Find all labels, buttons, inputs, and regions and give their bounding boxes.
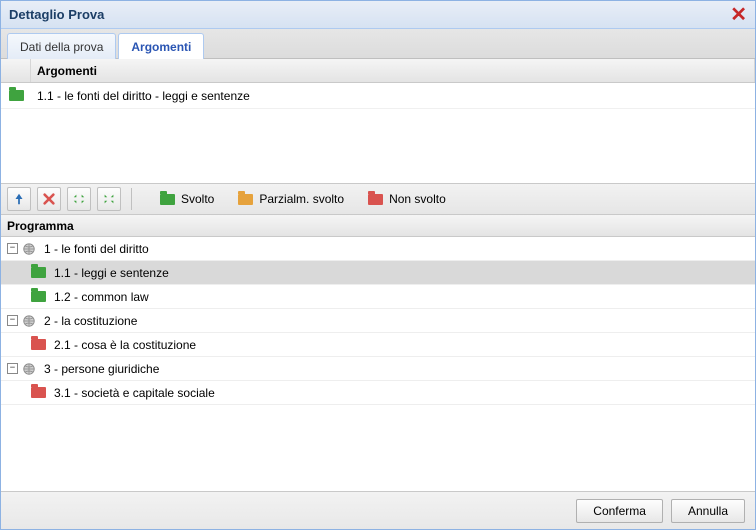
program-header: Programma: [1, 215, 755, 237]
expand-icon: [72, 192, 86, 206]
tab-dati-prova[interactable]: Dati della prova: [7, 33, 116, 59]
dialog-window: Dettaglio Prova ✕ Dati della prova Argom…: [0, 0, 756, 530]
tree-parent-row[interactable]: − 3 - persone giuridiche: [1, 357, 755, 381]
folder-green-icon: [31, 291, 46, 302]
tree-child-row[interactable]: 1.2 - common law: [1, 285, 755, 309]
arg-grid-header: Argomenti: [1, 59, 755, 83]
collapse-toggle[interactable]: −: [7, 363, 18, 374]
folder-red-icon: [368, 194, 383, 205]
tree-row-label: 2 - la costituzione: [44, 314, 137, 328]
close-icon[interactable]: ✕: [730, 5, 747, 25]
folder-green-icon: [160, 194, 175, 205]
tree-child-row[interactable]: 2.1 - cosa è la costituzione: [1, 333, 755, 357]
arrow-up-icon: [12, 192, 26, 206]
tree-child-row[interactable]: 1.1 - leggi e sentenze: [1, 261, 755, 285]
collapse-toggle[interactable]: −: [7, 243, 18, 254]
footer: Conferma Annulla: [1, 491, 755, 529]
titlebar: Dettaglio Prova ✕: [1, 1, 755, 29]
legend-parzialm: Parzialm. svolto: [238, 192, 344, 206]
cancel-button[interactable]: Annulla: [671, 499, 745, 523]
folder-green-icon: [9, 90, 24, 101]
legend-svolto: Svolto: [160, 192, 214, 206]
arg-grid-body: 1.1 - le fonti del diritto - leggi e sen…: [1, 83, 755, 183]
arg-row-label: 1.1 - le fonti del diritto - leggi e sen…: [31, 89, 755, 103]
folder-green-icon: [31, 267, 46, 278]
legend-svolto-label: Svolto: [181, 192, 214, 206]
collapse-toggle[interactable]: −: [7, 315, 18, 326]
tree-row-label: 3.1 - società e capitale sociale: [54, 386, 215, 400]
legend-non-svolto: Non svolto: [368, 192, 446, 206]
tree-row-label: 1 - le fonti del diritto: [44, 242, 149, 256]
legend-non-svolto-label: Non svolto: [389, 192, 446, 206]
tree-child-row[interactable]: 3.1 - società e capitale sociale: [1, 381, 755, 405]
expand-all-button[interactable]: [67, 187, 91, 211]
tree-parent-row[interactable]: − 2 - la costituzione: [1, 309, 755, 333]
arg-row[interactable]: 1.1 - le fonti del diritto - leggi e sen…: [1, 83, 755, 109]
globe-icon: [22, 362, 36, 376]
folder-orange-icon: [238, 194, 253, 205]
window-title: Dettaglio Prova: [9, 7, 104, 22]
panel-argomenti: Argomenti 1.1 - le fonti del diritto - l…: [1, 59, 755, 529]
tree-row-label: 1.1 - leggi e sentenze: [54, 266, 169, 280]
tree-parent-row[interactable]: − 1 - le fonti del diritto: [1, 237, 755, 261]
tree-row-label: 1.2 - common law: [54, 290, 149, 304]
program-tree: − 1 - le fonti del diritto 1.1 - leggi e s…: [1, 237, 755, 491]
globe-icon: [22, 242, 36, 256]
tree-row-label: 2.1 - cosa è la costituzione: [54, 338, 196, 352]
tree-row-label: 3 - persone giuridiche: [44, 362, 159, 376]
move-up-button[interactable]: [7, 187, 31, 211]
x-icon: [42, 192, 56, 206]
collapse-icon: [102, 192, 116, 206]
legend-parzialm-label: Parzialm. svolto: [259, 192, 344, 206]
tab-argomenti[interactable]: Argomenti: [118, 33, 204, 59]
folder-red-icon: [31, 387, 46, 398]
confirm-button[interactable]: Conferma: [576, 499, 663, 523]
toolbar: Svolto Parzialm. svolto Non svolto: [1, 183, 755, 215]
remove-button[interactable]: [37, 187, 61, 211]
arg-grid-header-label: Argomenti: [31, 59, 755, 82]
collapse-all-button[interactable]: [97, 187, 121, 211]
tab-strip: Dati della prova Argomenti: [1, 29, 755, 59]
folder-red-icon: [31, 339, 46, 350]
globe-icon: [22, 314, 36, 328]
